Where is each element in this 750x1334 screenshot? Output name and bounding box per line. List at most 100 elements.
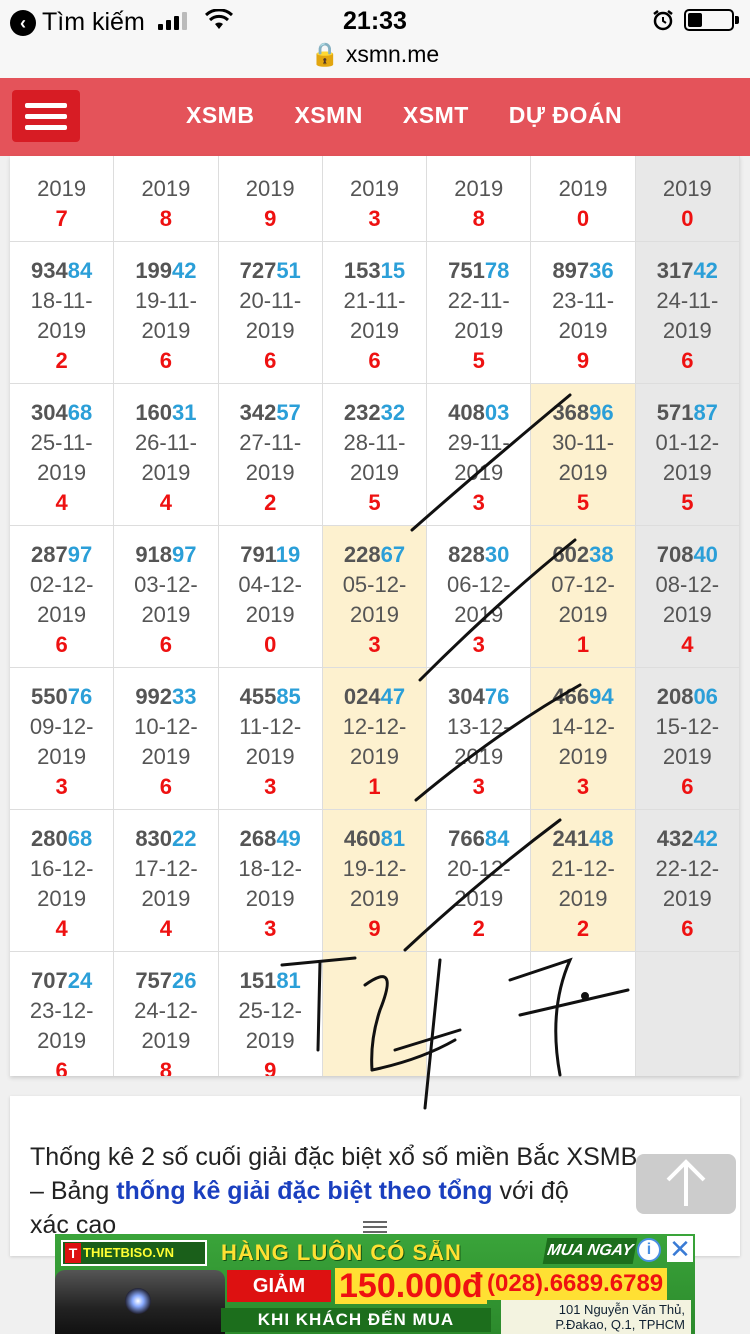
drag-handle-icon[interactable] xyxy=(340,1208,410,1234)
draw-year: 2019 xyxy=(350,602,399,627)
number-prefix: 208 xyxy=(656,684,694,709)
result-cell: 55076 09-12- 2019 3 xyxy=(10,668,115,810)
number-last-two: 33 xyxy=(172,684,197,709)
draw-date: 04-12- xyxy=(238,572,302,597)
ad-discount-label: GIẢM xyxy=(227,1270,331,1302)
number-prefix: 153 xyxy=(343,258,381,283)
digit-sum: 0 xyxy=(681,206,694,231)
draw-year: 2019 xyxy=(245,318,295,343)
digit-sum: 4 xyxy=(55,490,68,515)
draw-year: 2019 xyxy=(37,602,87,627)
draw-year: 2019 xyxy=(141,318,191,343)
draw-date: 23-11- xyxy=(552,288,615,313)
number-last-two: 40 xyxy=(693,542,718,567)
number-last-two: 81 xyxy=(380,826,406,851)
result-cell: 30468 25-11- 2019 4 xyxy=(10,384,115,526)
number-prefix: 160 xyxy=(135,400,173,425)
draw-date: 11-12- xyxy=(239,714,302,739)
digit-sum: 4 xyxy=(681,632,694,657)
result-cell: 70724 23-12- 2019 6 xyxy=(10,952,115,1076)
draw-year: 2019 xyxy=(37,886,87,911)
number-prefix: 466 xyxy=(552,684,590,709)
digit-sum: 4 xyxy=(159,916,173,941)
special-prize-number: 02447 xyxy=(323,682,426,712)
url-bar[interactable]: 🔒 xsmn.me xyxy=(0,41,750,68)
number-prefix: 550 xyxy=(31,684,68,709)
digit-sum: 1 xyxy=(368,774,381,799)
result-cell: 60238 07-12- 2019 1 xyxy=(531,526,636,668)
result-cell: 43242 22-12- 2019 6 xyxy=(635,810,740,952)
digit-sum: 9 xyxy=(368,916,381,941)
special-prize-number: 19942 xyxy=(114,256,217,286)
draw-year: 2019 xyxy=(350,886,399,911)
special-prize-number xyxy=(323,966,426,996)
result-cell: 2019 8 xyxy=(427,156,532,242)
number-prefix: 151 xyxy=(239,968,277,993)
number-prefix: 727 xyxy=(239,258,277,283)
results-row: 55076 09-12- 2019 3 99233 10-12- 2019 6 45585 11-… xyxy=(10,668,740,810)
draw-year: 2019 xyxy=(37,1028,87,1053)
number-last-two: 26 xyxy=(172,968,197,993)
digit-sum: 3 xyxy=(264,774,277,799)
result-cell: 76684 20-12- 2019 2 xyxy=(427,810,532,952)
advertisement-banner[interactable]: T THIETBISO.VN HÀNG LUÔN CÓ SẴN MUA NGAY … xyxy=(55,1234,695,1334)
draw-date: 29-11- xyxy=(447,430,510,455)
draw-date: 19-12- xyxy=(342,856,407,881)
number-last-two: 87 xyxy=(693,400,718,425)
digit-sum: 3 xyxy=(368,632,381,657)
special-prize-number: 89736 xyxy=(531,256,634,286)
scroll-to-top-button[interactable] xyxy=(636,1154,736,1214)
number-last-two: 49 xyxy=(276,826,301,851)
special-prize-number: 93484 xyxy=(10,256,113,286)
draw-year: 2019 xyxy=(245,744,295,769)
result-cell: 57187 01-12- 2019 5 xyxy=(635,384,740,526)
draw-date: 2019 xyxy=(141,176,191,201)
special-prize-number: 55076 xyxy=(10,682,113,712)
number-prefix: 757 xyxy=(135,968,173,993)
nav-xsmn[interactable]: XSMN xyxy=(294,102,362,129)
nav-du-doan[interactable]: DỰ ĐOÁN xyxy=(509,102,622,129)
draw-date: 20-11- xyxy=(239,288,302,313)
stat-link[interactable]: thống kê giải đặc biệt theo tổng xyxy=(116,1177,492,1205)
digit-sum: 9 xyxy=(264,206,277,231)
special-prize-number: 40803 xyxy=(427,398,530,428)
ad-buy-now[interactable]: MUA NGAY xyxy=(542,1238,638,1264)
alarm-icon xyxy=(653,10,673,31)
draw-year: 2019 xyxy=(662,886,712,911)
number-last-two: 19 xyxy=(275,542,301,567)
draw-year: 2019 xyxy=(454,460,504,485)
special-prize-number: 16031 xyxy=(114,398,217,428)
result-cell: 2019 8 xyxy=(114,156,219,242)
nav-xsmt[interactable]: XSMT xyxy=(403,102,469,129)
clock: 21:33 xyxy=(343,7,407,35)
number-last-two: 38 xyxy=(589,542,614,567)
number-last-two: 57 xyxy=(276,400,301,425)
draw-year: 2019 xyxy=(454,318,504,343)
special-prize-number: 43242 xyxy=(636,824,739,854)
draw-year: 2019 xyxy=(37,744,87,769)
number-last-two: 47 xyxy=(380,684,406,709)
draw-date: 17-12- xyxy=(134,856,198,881)
ad-info-icon[interactable]: i xyxy=(637,1238,661,1262)
nav-xsmb[interactable]: XSMB xyxy=(186,102,254,129)
result-cell: 2019 0 xyxy=(635,156,740,242)
draw-year: 2019 xyxy=(141,602,191,627)
digit-sum: 0 xyxy=(576,206,590,231)
digit-sum: 5 xyxy=(576,490,590,515)
number-prefix: 766 xyxy=(448,826,485,851)
draw-year: 2019 xyxy=(558,460,608,485)
result-cell: 23232 28-11- 2019 5 xyxy=(322,384,428,526)
special-prize-number: 15181 xyxy=(219,966,322,996)
draw-year: 2019 xyxy=(558,318,608,343)
number-prefix: 432 xyxy=(656,826,694,851)
digit-sum: 6 xyxy=(681,774,694,799)
hamburger-menu-button[interactable] xyxy=(12,90,80,142)
result-cell: 91897 03-12- 2019 6 xyxy=(114,526,219,668)
digit-sum: 3 xyxy=(576,774,590,799)
draw-date: 13-12- xyxy=(446,714,511,739)
projector-image xyxy=(55,1270,225,1334)
number-prefix: 232 xyxy=(343,400,381,425)
result-cell: 15315 21-11- 2019 6 xyxy=(322,242,428,384)
ad-close-icon[interactable]: ✕ xyxy=(667,1236,693,1262)
result-cell xyxy=(427,952,532,1076)
